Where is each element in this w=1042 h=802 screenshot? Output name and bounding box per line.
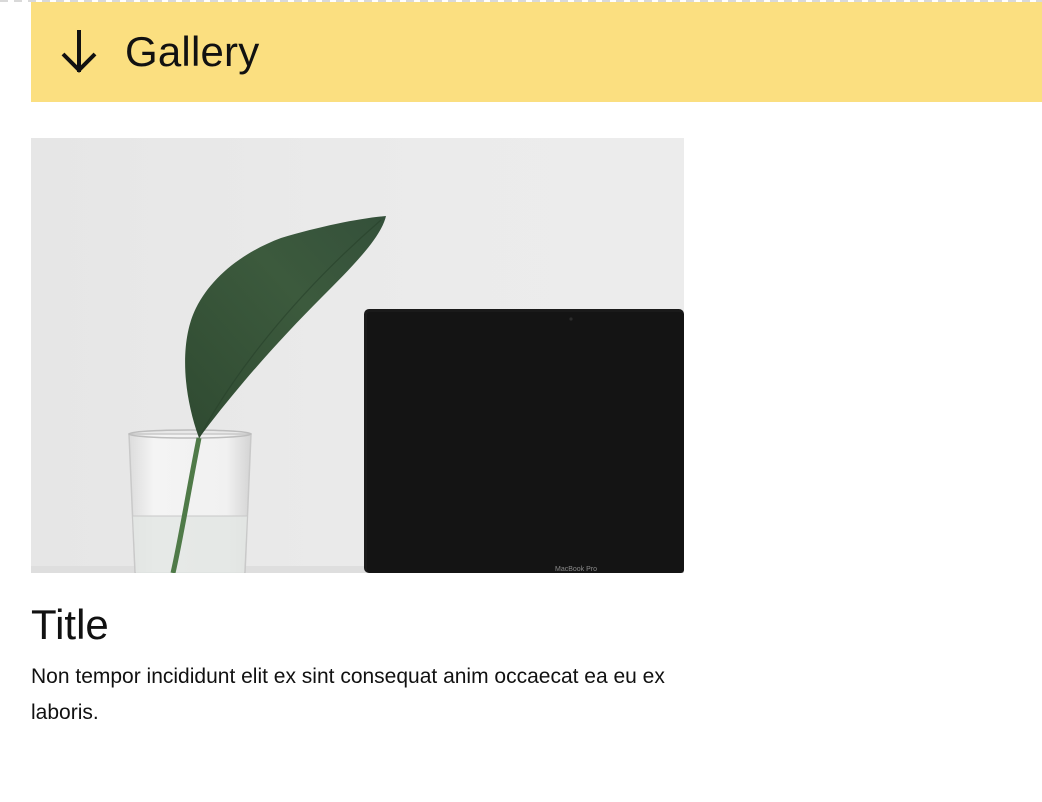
gallery-header: Gallery: [31, 2, 1042, 102]
card-title: Title: [31, 601, 109, 648]
arrow-down-icon: [59, 26, 99, 78]
card-description: Non tempor incididunt elit ex sint conse…: [31, 665, 665, 724]
laptop-label: MacBook Pro: [555, 566, 597, 573]
gallery-card[interactable]: MacBook Pro Title Non tempor incididunt …: [31, 138, 684, 731]
card-image[interactable]: MacBook Pro: [31, 138, 684, 573]
gallery-title: Gallery: [125, 28, 260, 75]
